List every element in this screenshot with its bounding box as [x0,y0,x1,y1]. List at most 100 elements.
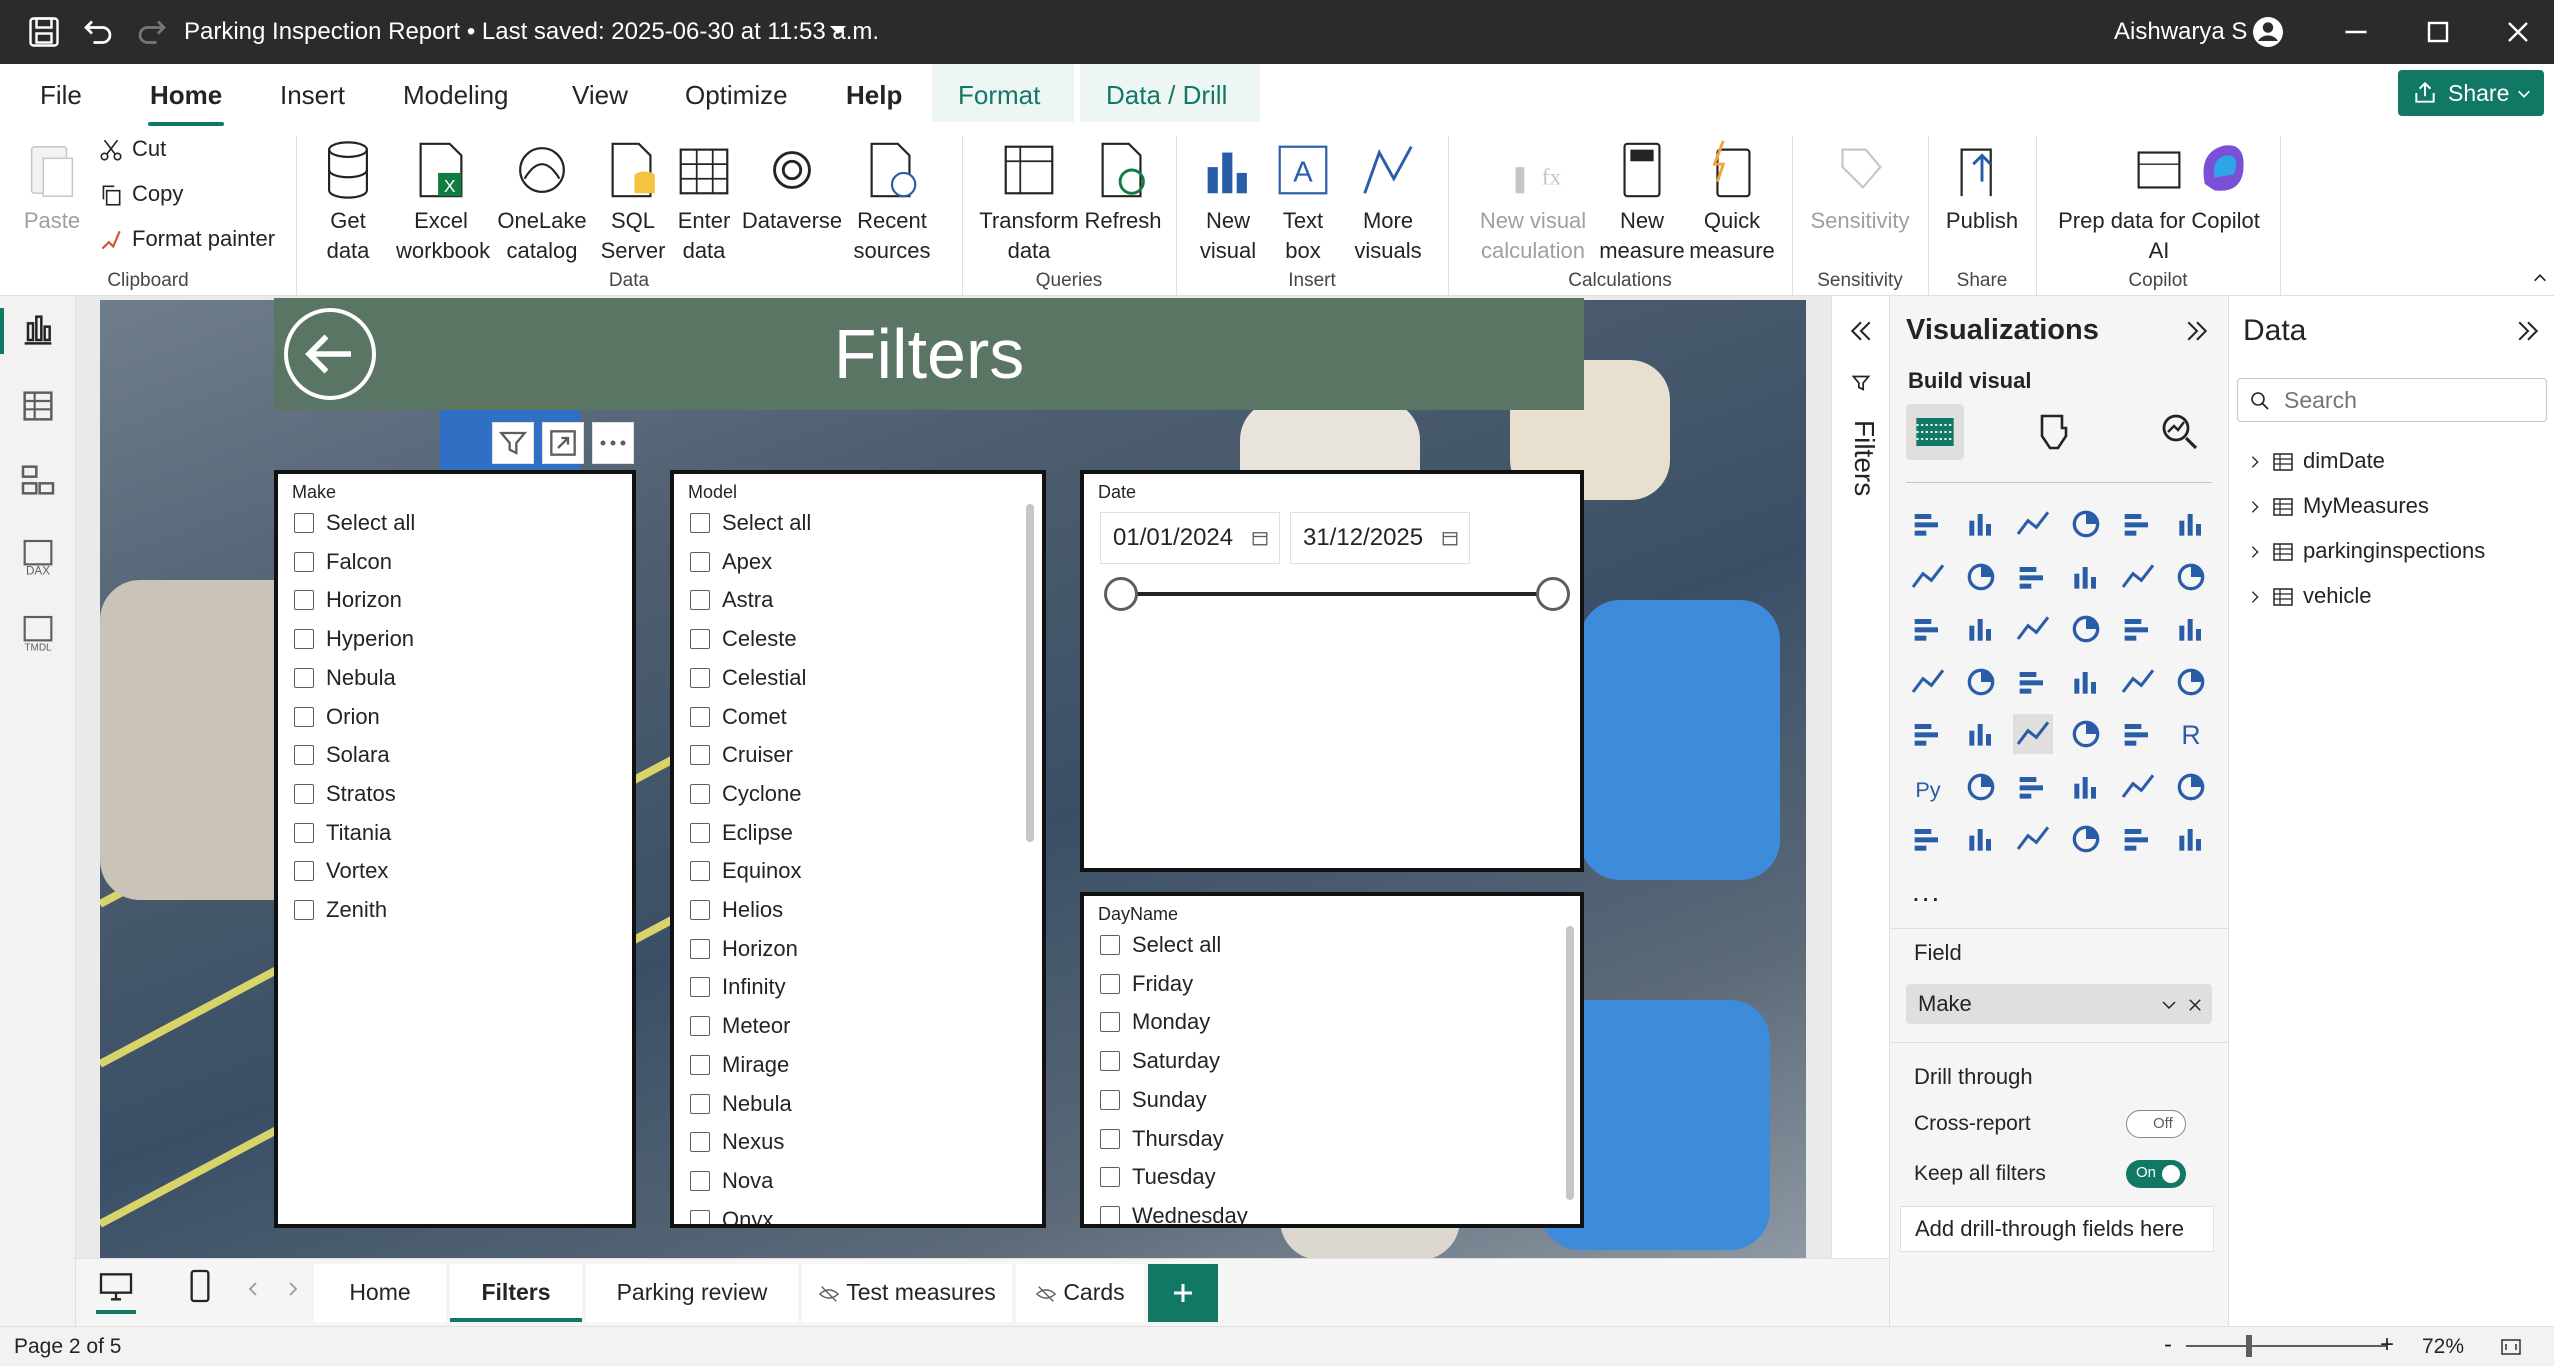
slicer-option[interactable]: Tuesday [1100,1164,1216,1190]
zoom-in-button[interactable]: + [2380,1331,2394,1359]
qa-icon[interactable] [2066,767,2106,807]
slicer-option[interactable]: Vortex [294,858,388,884]
page-tab-home[interactable]: Home [314,1264,446,1322]
refresh-button[interactable]: Refresh [1084,138,1162,236]
data-table-item[interactable]: vehicle [2247,583,2371,609]
table-view-icon[interactable] [18,386,58,426]
slicer-option[interactable]: Thursday [1100,1126,1224,1152]
mobile-layout-icon[interactable] [180,1266,220,1306]
slicer-option[interactable]: Infinity [690,974,786,1000]
publish-button[interactable]: Publish [1936,138,2028,236]
slicer-option[interactable]: Solara [294,742,390,768]
new-measure-button[interactable]: New measure [1598,138,1686,266]
python-visual-icon[interactable]: Py [1908,767,1948,807]
checkbox[interactable] [294,513,314,533]
slicer-option[interactable]: Friday [1100,971,1193,997]
slicer-option[interactable]: Select all [690,510,811,536]
checkbox[interactable] [294,783,314,804]
map-icon[interactable] [1961,662,2001,702]
tab-insert[interactable]: Insert [280,80,345,111]
checkbox[interactable] [690,590,710,611]
checkbox[interactable] [690,783,710,804]
checkbox[interactable] [294,629,314,650]
report-view-icon[interactable] [18,310,58,350]
checkbox[interactable] [294,900,314,920]
chevron-down-icon[interactable] [2160,996,2178,1014]
treemap-icon[interactable] [1908,662,1948,702]
slicer-option[interactable]: Stratos [294,781,396,807]
slicer-option[interactable]: Comet [690,704,787,730]
end-date-input[interactable]: 31/12/2025 [1290,512,1470,564]
filled-map-icon[interactable] [2013,662,2053,702]
slicer-option[interactable]: Cyclone [690,781,801,807]
checkbox[interactable] [690,706,710,727]
tab-view[interactable]: View [572,80,628,111]
visual-focus-mode-button[interactable] [542,422,584,464]
start-date-input[interactable]: 01/01/2024 [1100,512,1280,564]
power-automate-icon[interactable] [2118,819,2158,859]
onelake-catalog-button[interactable]: OneLake catalog [490,138,594,266]
checkbox[interactable] [690,822,710,843]
minimize-icon[interactable] [2338,14,2374,50]
copilot-icon[interactable] [2192,136,2256,200]
paginated-report-icon[interactable] [1908,819,1948,859]
checkbox[interactable] [690,1209,710,1224]
slicer-option[interactable]: Monday [1100,1009,1210,1035]
visual-filter-button[interactable] [492,422,534,464]
model-view-icon[interactable] [18,460,58,500]
dayname-slicer[interactable]: DayName Select all Friday Monday Saturday Su… [1080,892,1584,1228]
card-icon[interactable] [2171,662,2211,702]
tab-modeling[interactable]: Modeling [403,80,509,111]
desktop-layout-button[interactable] [96,1266,136,1306]
page-tab-filters[interactable]: Filters [450,1264,582,1322]
chevron-left-icon[interactable] [244,1280,262,1298]
zoom-slider-thumb[interactable] [2246,1335,2252,1357]
stacked-area-chart-icon[interactable] [2013,557,2053,597]
slicer-option[interactable]: Celeste [690,626,797,652]
zoom-out-button[interactable]: - [2164,1331,2172,1359]
slicer-option[interactable]: Zenith [294,897,387,923]
ribbon-chart-icon[interactable] [1908,609,1948,649]
more-visuals-ellipsis[interactable]: ... [1912,876,1941,908]
slicer-option[interactable]: Select all [1100,932,1221,958]
cross-report-toggle[interactable]: Off [2126,1110,2186,1138]
slicer-option[interactable]: Nova [690,1168,773,1194]
chevron-right-icon[interactable] [2247,454,2263,470]
calendar-icon[interactable] [1441,529,1459,547]
matrix-icon[interactable] [2118,714,2158,754]
copy-button[interactable]: Copy [98,181,183,208]
slicer-option[interactable]: Horizon [294,587,402,613]
text-box-button[interactable]: A Text box [1268,138,1338,266]
chevron-right-icon[interactable] [2247,589,2263,605]
tab-data-drill[interactable]: Data / Drill [1106,80,1227,111]
new-visual-button[interactable]: New visual [1188,138,1268,266]
slicer-option[interactable]: Orion [294,704,380,730]
checkbox[interactable] [1100,1051,1120,1072]
model-slicer[interactable]: Model Select all Apex Astra Celeste Celestia… [670,470,1046,1228]
maximize-icon[interactable] [2420,14,2456,50]
line-and-column-chart-icon[interactable] [2118,557,2158,597]
pie-chart-icon[interactable] [2118,609,2158,649]
close-icon[interactable] [2500,14,2536,50]
checkbox[interactable] [1100,1012,1120,1033]
checkbox[interactable] [690,667,710,688]
stacked-bar-chart-icon[interactable] [1908,504,1948,544]
checkbox[interactable] [1100,1167,1120,1188]
checkbox[interactable] [690,1132,710,1153]
slicer-option[interactable]: Horizon [690,936,798,962]
tab-help[interactable]: Help [846,80,902,111]
date-range-end-handle[interactable] [1536,577,1570,611]
sql-server-button[interactable]: SQL Server [598,138,668,266]
slicer-option[interactable]: Apex [690,549,772,575]
tab-optimize[interactable]: Optimize [685,80,788,111]
tab-format[interactable]: Format [958,80,1040,111]
slicer-option[interactable]: Titania [294,820,391,846]
collapse-ribbon-icon[interactable] [2532,270,2548,286]
checkbox[interactable] [690,938,710,959]
slicer-option[interactable]: Falcon [294,549,392,575]
checkbox[interactable] [294,706,314,727]
date-range-start-handle[interactable] [1104,577,1138,611]
page-tab-cards[interactable]: Cards [1016,1264,1144,1322]
100-stacked-column-chart-icon[interactable] [2171,504,2211,544]
slicer-option[interactable]: Eclipse [690,820,793,846]
